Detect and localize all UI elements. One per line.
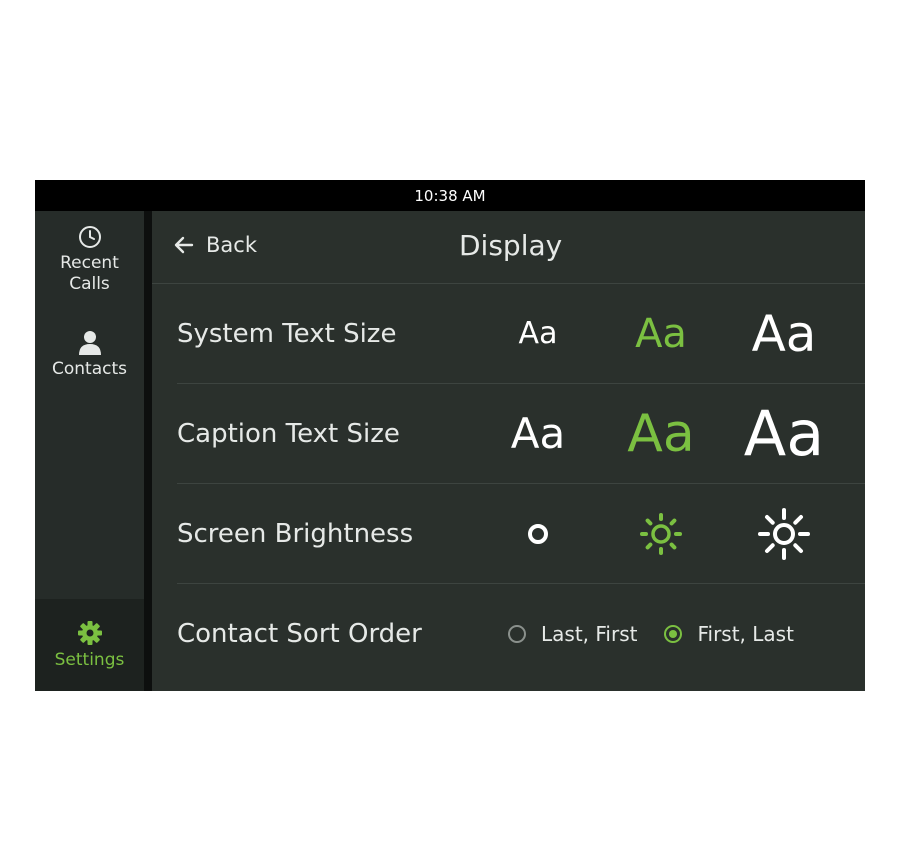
radio-checked-icon — [664, 624, 683, 643]
sidebar-divider — [144, 211, 152, 691]
row-label: System Text Size — [177, 318, 397, 349]
contact-sort-order-row: Contact Sort Order Last, First First, La… — [177, 584, 865, 683]
brightness-high[interactable] — [756, 484, 812, 583]
sidebar-item-label: Settings — [54, 649, 125, 670]
brightness-medium-icon — [640, 512, 682, 555]
back-button[interactable]: Back — [174, 233, 257, 257]
sidebar-item-label: Contacts — [52, 359, 127, 379]
caption-text-size-small[interactable]: Aa — [511, 384, 565, 483]
radio-label: First, Last — [697, 621, 794, 646]
radio-label: Last, First — [541, 621, 638, 646]
brightness-high-icon — [758, 507, 810, 560]
clock-icon — [78, 226, 101, 248]
sidebar-item-label: Calls — [69, 274, 110, 294]
sidebar-item-contacts[interactable]: Contacts — [35, 329, 144, 380]
system-text-size-medium[interactable]: Aa — [635, 284, 687, 383]
brightness-low-icon — [528, 523, 548, 544]
radio-unchecked-icon — [508, 624, 526, 643]
caption-text-size-large[interactable]: Aa — [744, 384, 824, 483]
page-title: Display — [459, 229, 563, 262]
row-label: Contact Sort Order — [177, 618, 422, 649]
person-icon — [78, 331, 101, 355]
brightness-medium[interactable] — [638, 484, 684, 583]
sidebar-item-label: Recent — [60, 253, 119, 273]
sidebar-item-recent-calls[interactable]: Recent Calls — [35, 225, 144, 295]
caption-text-size-medium[interactable]: Aa — [627, 384, 694, 483]
brightness-low[interactable] — [525, 484, 551, 583]
sort-first-last-radio[interactable]: First, Last — [663, 621, 794, 646]
sort-order-radio-group: Last, First First, Last — [507, 584, 794, 683]
header: Back Display — [152, 211, 865, 284]
screen-brightness-row: Screen Brightness — [177, 484, 865, 584]
row-label: Caption Text Size — [177, 418, 400, 449]
gear-icon — [77, 620, 102, 645]
display-settings-panel: Back Display System Text Size Aa Aa Aa C… — [152, 211, 865, 691]
status-time: 10:38 AM — [414, 186, 486, 205]
sidebar: Recent Calls Contacts Settings — [35, 211, 144, 691]
system-text-size-large[interactable]: Aa — [752, 284, 817, 383]
sidebar-item-settings[interactable]: Settings — [35, 599, 144, 691]
sort-last-first-radio[interactable]: Last, First — [507, 622, 637, 646]
system-text-size-small[interactable]: Aa — [519, 284, 558, 383]
back-label: Back — [206, 233, 257, 257]
arrow-left-icon — [174, 236, 194, 254]
caption-text-size-row: Caption Text Size Aa Aa Aa — [177, 384, 865, 484]
device-screen: 10:38 AM Recent Calls Contacts Settings … — [35, 180, 865, 691]
system-text-size-row: System Text Size Aa Aa Aa — [177, 284, 865, 384]
status-bar: 10:38 AM — [35, 180, 865, 211]
row-label: Screen Brightness — [177, 518, 414, 549]
